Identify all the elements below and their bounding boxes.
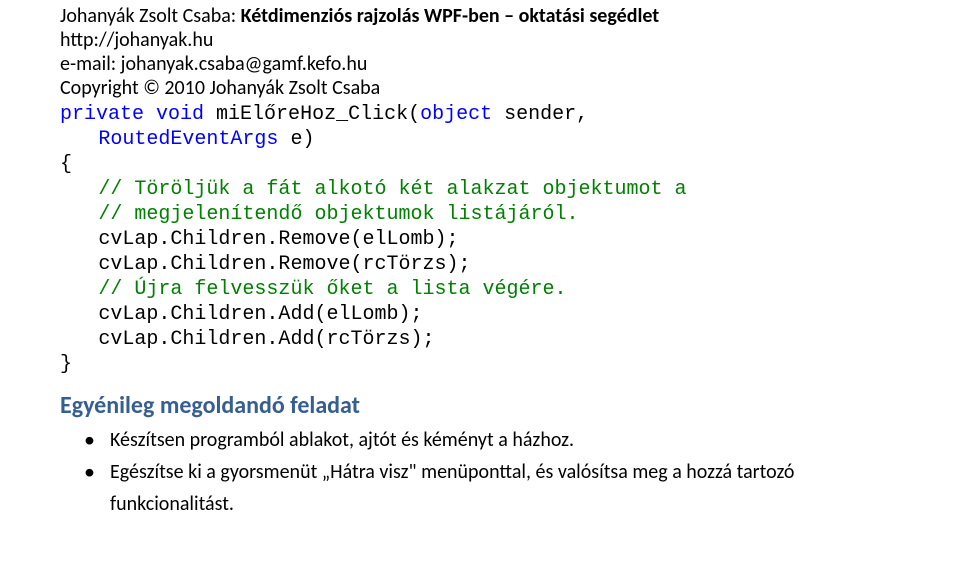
code-keyword: void bbox=[156, 103, 204, 126]
list-item: Készítsen programból ablakot, ajtót és k… bbox=[84, 424, 919, 456]
header-email: e-mail: johanyak.csaba@gamf.kefo.hu bbox=[60, 52, 919, 76]
code-brace: } bbox=[60, 353, 72, 376]
code-line: cvLap.Children.Remove(elLomb); bbox=[98, 228, 458, 251]
code-keyword: private bbox=[60, 103, 144, 126]
code-line: cvLap.Children.Add(rcTörzs); bbox=[98, 328, 434, 351]
code-comment: // Újra felvesszük őket a lista végére. bbox=[98, 278, 566, 301]
code-block: private void miElőreHoz_Click(object sen… bbox=[60, 102, 919, 377]
code-line: cvLap.Children.Remove(rcTörzs); bbox=[98, 253, 470, 276]
code-type: RoutedEventArgs bbox=[98, 128, 278, 151]
header-title-line: Johanyák Zsolt Csaba: Kétdimenziós rajzo… bbox=[60, 4, 919, 28]
author-name: Johanyák Zsolt Csaba: bbox=[60, 4, 241, 28]
code-text: e) bbox=[278, 128, 314, 151]
section-heading: Egyénileg megoldandó feladat bbox=[60, 391, 919, 420]
code-text: miElőreHoz_Click( bbox=[204, 103, 420, 126]
code-line: cvLap.Children.Add(elLomb); bbox=[98, 303, 422, 326]
code-comment: // Töröljük a fát alkotó két alakzat obj… bbox=[98, 178, 686, 201]
code-comment: // megjelenítendő objektumok listájáról. bbox=[98, 203, 578, 226]
code-brace: { bbox=[60, 153, 72, 176]
header-url: http://johanyak.hu bbox=[60, 28, 919, 52]
code-keyword: object bbox=[420, 103, 492, 126]
code-text: sender, bbox=[492, 103, 588, 126]
document-title: Kétdimenziós rajzolás WPF-ben – oktatási… bbox=[241, 4, 660, 28]
list-item: Egészítse ki a gyorsmenüt „Hátra visz" m… bbox=[84, 456, 919, 520]
code-text bbox=[144, 103, 156, 126]
task-list: Készítsen programból ablakot, ajtót és k… bbox=[60, 424, 919, 520]
header-copyright: Copyright © 2010 Johanyák Zsolt Csaba bbox=[60, 76, 919, 100]
page-container: Johanyák Zsolt Csaba: Kétdimenziós rajzo… bbox=[0, 0, 959, 540]
